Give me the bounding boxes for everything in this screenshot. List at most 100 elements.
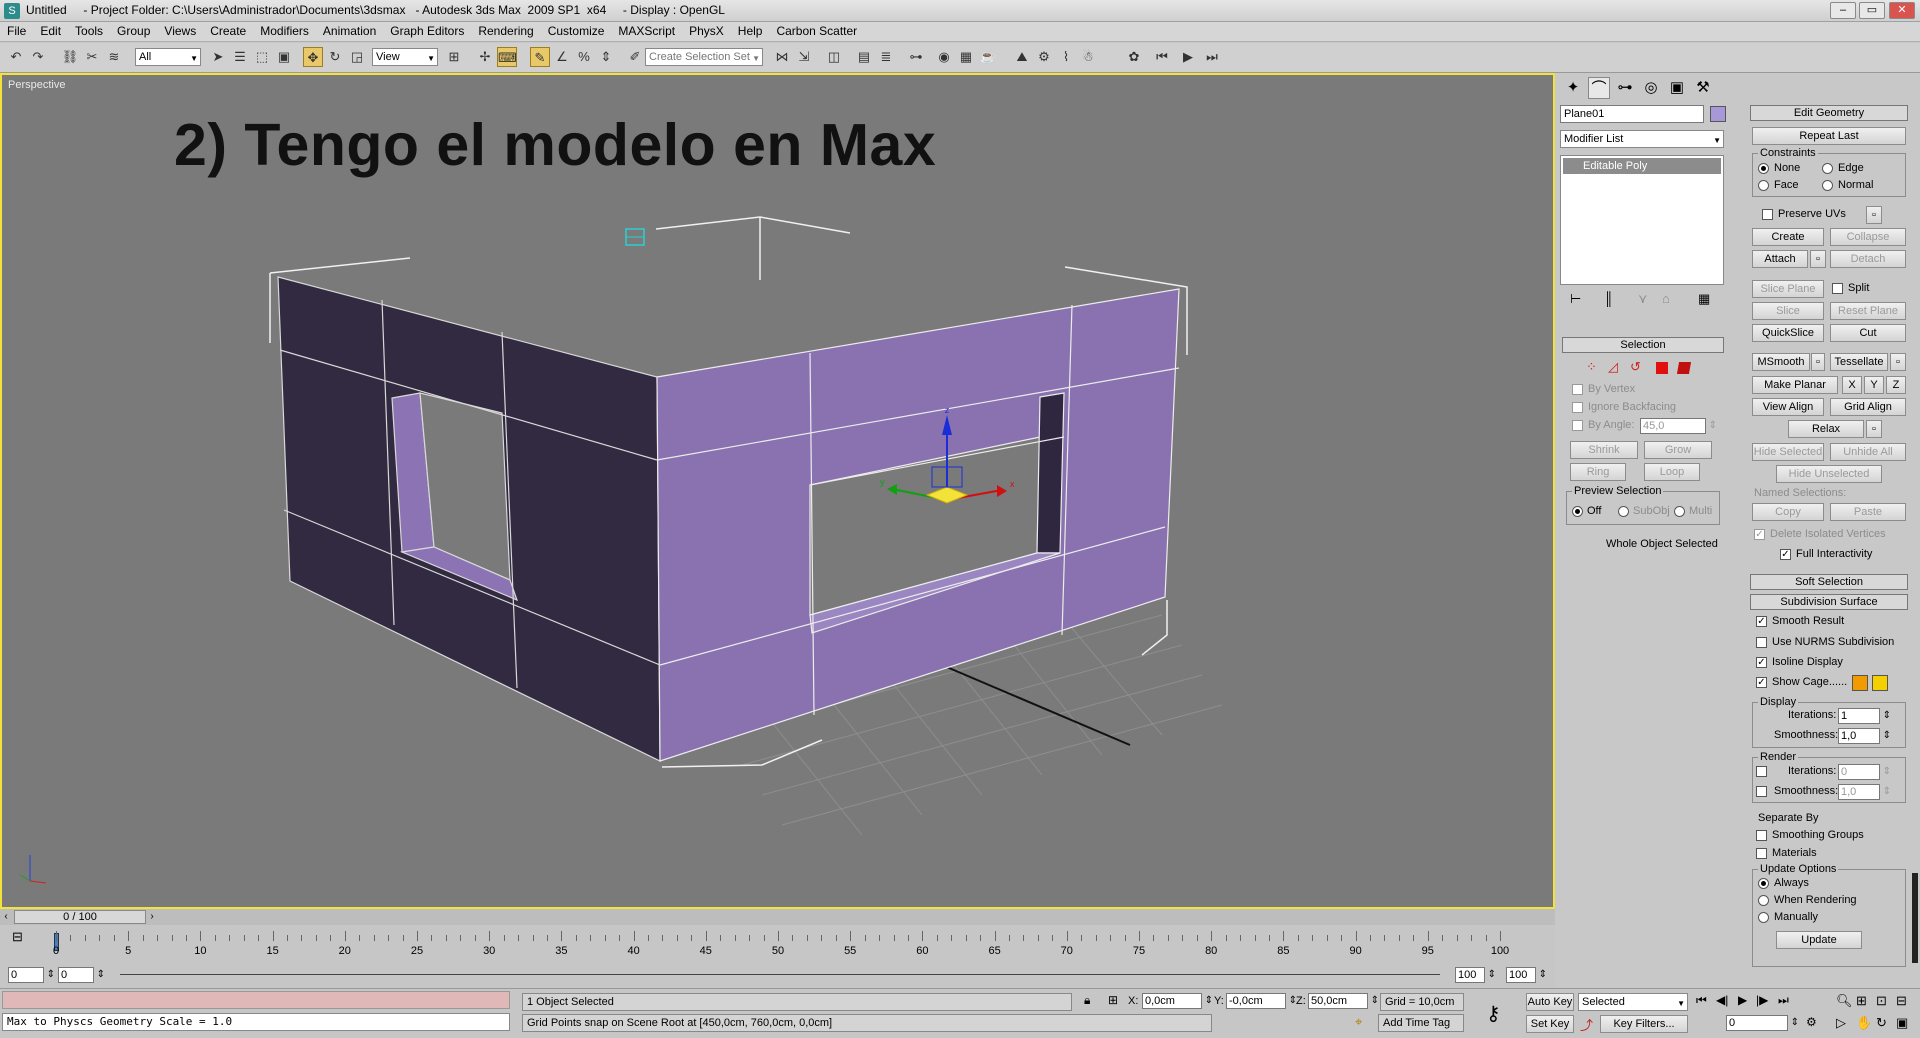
zoom-all-icon[interactable]: ⊞: [1856, 993, 1867, 1009]
menu-edit[interactable]: Edit: [33, 22, 68, 38]
keyboard-shortcut-override-icon[interactable]: ⌨: [497, 47, 517, 67]
time-next-icon[interactable]: ›: [146, 909, 158, 925]
zoom-icon[interactable]: 🔍︎: [1836, 993, 1853, 1009]
menu-customize[interactable]: Customize: [541, 22, 612, 38]
redo-icon[interactable]: ↷: [28, 47, 48, 67]
attach-list-button[interactable]: ▫: [1810, 250, 1826, 268]
default-in-out-tangent-icon[interactable]: ⤴: [1580, 1015, 1593, 1034]
undo-icon[interactable]: ↶: [6, 47, 26, 67]
prev-frame-icon[interactable]: ◀|: [1716, 993, 1728, 1007]
key-filters-button[interactable]: Key Filters...: [1600, 1015, 1688, 1033]
spinner-snap-icon[interactable]: ⇕: [596, 47, 616, 67]
edit-named-selection-icon[interactable]: ✐: [625, 47, 645, 67]
slice-plane-button[interactable]: Slice Plane: [1752, 280, 1824, 298]
use-nurms-checkbox[interactable]: [1756, 637, 1767, 648]
isoline-display-checkbox[interactable]: ✓: [1756, 657, 1767, 668]
tessellate-settings-button[interactable]: ▫: [1890, 353, 1906, 371]
zoom-extents-all-icon[interactable]: ⊟: [1896, 993, 1907, 1009]
preview-subobj-radio[interactable]: [1618, 506, 1629, 517]
auto-key-button[interactable]: Auto Key: [1526, 993, 1574, 1011]
render-smoothness-checkbox[interactable]: [1756, 786, 1767, 797]
utilities-tab-icon[interactable]: ⚒: [1692, 77, 1714, 99]
menu-help[interactable]: Help: [731, 22, 770, 38]
select-object-icon[interactable]: ➤: [208, 47, 228, 67]
make-unique-icon[interactable]: ⋎: [1638, 291, 1648, 307]
cut-button[interactable]: Cut: [1830, 324, 1906, 342]
edge-mode-icon[interactable]: ◿: [1608, 359, 1618, 375]
maxscript-listener-pink[interactable]: [2, 991, 510, 1009]
menu-views[interactable]: Views: [157, 22, 203, 38]
smooth-result-checkbox[interactable]: ✓: [1756, 616, 1767, 627]
curve-editor-icon[interactable]: ≣: [876, 47, 896, 67]
menu-group[interactable]: Group: [110, 22, 157, 38]
materials-checkbox[interactable]: [1756, 848, 1767, 859]
set-key-icon[interactable]: ⚷: [1486, 1001, 1501, 1026]
time-prev-icon[interactable]: ‹: [0, 909, 12, 925]
maxscript-listener-output[interactable]: Max to Physcs Geometry Scale = 1.0: [2, 1013, 510, 1031]
render-smoothness-spinner[interactable]: 1,0: [1838, 784, 1891, 800]
menu-tools[interactable]: Tools: [68, 22, 110, 38]
remove-modifier-icon[interactable]: ⌂: [1662, 291, 1670, 306]
select-by-name-icon[interactable]: ☰: [230, 47, 250, 67]
material-editor-icon[interactable]: ◉: [934, 47, 954, 67]
x-coord-field[interactable]: 0,0cm: [1142, 993, 1213, 1009]
constraint-none-radio[interactable]: [1758, 163, 1769, 174]
field-of-view-icon[interactable]: ▷: [1836, 1015, 1846, 1031]
maximize-viewport-icon[interactable]: ▣: [1896, 1015, 1908, 1031]
percent-snap-icon[interactable]: %: [574, 47, 594, 67]
by-vertex-checkbox[interactable]: [1572, 384, 1583, 395]
lock-selection-icon[interactable]: 🔒︎: [1084, 993, 1090, 1008]
range-end-spinner[interactable]: 100: [1455, 967, 1496, 983]
physx-simulate-icon[interactable]: ⚙: [1034, 47, 1054, 67]
menu-create[interactable]: Create: [203, 22, 253, 38]
display-iterations-spinner[interactable]: 1: [1838, 708, 1891, 724]
smoothing-groups-checkbox[interactable]: [1756, 830, 1767, 841]
play-icon[interactable]: ▶: [1178, 47, 1198, 67]
constraint-face-radio[interactable]: [1758, 180, 1769, 191]
quickslice-button[interactable]: QuickSlice: [1752, 324, 1824, 342]
attach-button[interactable]: Attach: [1752, 250, 1808, 268]
copy-button[interactable]: Copy: [1752, 503, 1824, 521]
cage-selection-color-swatch[interactable]: [1872, 675, 1888, 691]
show-end-result-icon[interactable]: ║: [1604, 291, 1613, 306]
subdivision-surface-rollout-header[interactable]: Subdivision Surface: [1750, 594, 1908, 610]
carbon-scatter-icon[interactable]: ✿: [1124, 47, 1144, 67]
snaps-toggle-icon[interactable]: ✎: [530, 47, 550, 67]
range-start2-spinner[interactable]: 0: [58, 967, 105, 983]
reference-coordinate-dropdown[interactable]: View: [372, 48, 438, 67]
add-time-tag-button[interactable]: Add Time Tag: [1378, 1014, 1464, 1032]
msmooth-settings-button[interactable]: ▫: [1811, 353, 1825, 371]
show-cage-checkbox[interactable]: ✓: [1756, 677, 1767, 688]
ignore-backfacing-checkbox[interactable]: [1572, 402, 1583, 413]
manipulate-icon[interactable]: ✢: [475, 47, 495, 67]
select-scale-icon[interactable]: ◲: [347, 47, 367, 67]
make-planar-button[interactable]: Make Planar: [1752, 376, 1838, 394]
modify-tab-icon[interactable]: ⌒: [1588, 77, 1610, 99]
minimize-button[interactable]: –: [1830, 2, 1856, 19]
menu-modifiers[interactable]: Modifiers: [253, 22, 316, 38]
planar-x-button[interactable]: X: [1842, 376, 1862, 394]
relax-settings-button[interactable]: ▫: [1866, 420, 1882, 438]
close-button[interactable]: ✕: [1889, 2, 1915, 19]
render-iterations-spinner[interactable]: 0: [1838, 764, 1891, 780]
physx-cloth-icon[interactable]: ⌇: [1056, 47, 1076, 67]
select-rotate-icon[interactable]: ↻: [325, 47, 345, 67]
grow-button[interactable]: Grow: [1644, 441, 1712, 459]
pivot-center-icon[interactable]: ⊞: [444, 47, 464, 67]
absolute-mode-icon[interactable]: ⊞: [1108, 993, 1118, 1007]
range-end2-spinner[interactable]: 100: [1506, 967, 1547, 983]
menu-physx[interactable]: PhysX: [682, 22, 731, 38]
update-manually-radio[interactable]: [1758, 912, 1769, 923]
hide-selected-button[interactable]: Hide Selected: [1752, 443, 1824, 461]
selection-filter-dropdown[interactable]: All: [135, 48, 201, 67]
edit-geometry-rollout-header[interactable]: Edit Geometry: [1750, 105, 1908, 121]
pin-stack-icon[interactable]: ⊢: [1570, 291, 1581, 307]
align-icon[interactable]: ⇲: [794, 47, 814, 67]
render-iterations-checkbox[interactable]: [1756, 766, 1767, 777]
reset-plane-button[interactable]: Reset Plane: [1830, 302, 1906, 320]
repeat-last-button[interactable]: Repeat Last: [1752, 127, 1906, 145]
hierarchy-tab-icon[interactable]: ⊶: [1614, 77, 1636, 99]
update-always-radio[interactable]: [1758, 878, 1769, 889]
menu-graph-editors[interactable]: Graph Editors: [383, 22, 471, 38]
time-slider[interactable]: ‹ 0 / 100 ›: [0, 909, 1555, 925]
